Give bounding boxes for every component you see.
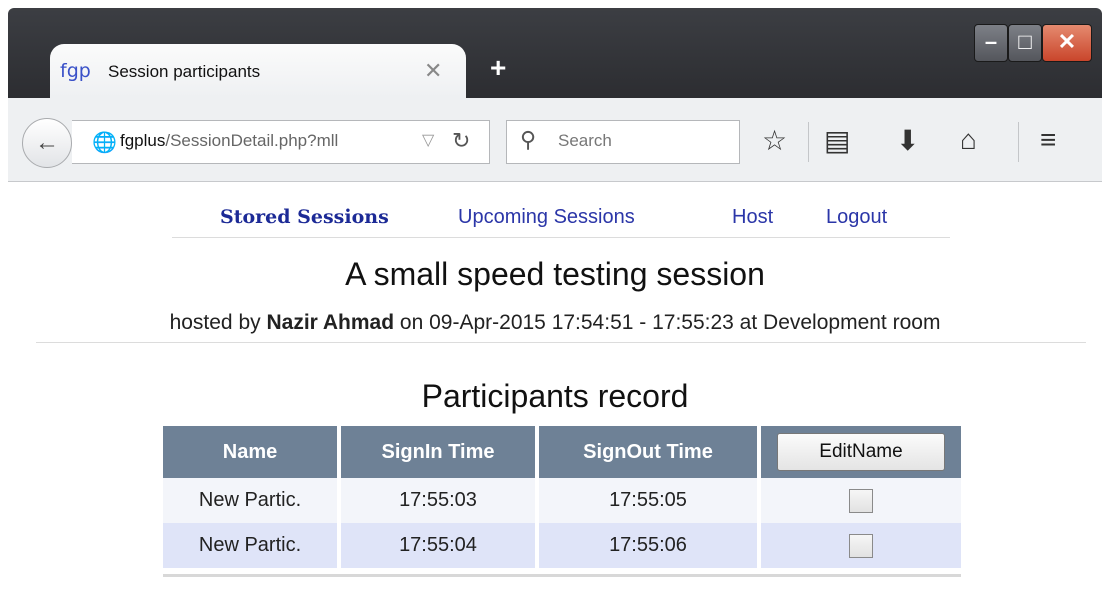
toolbar-divider: [1018, 122, 1019, 162]
close-window-button[interactable]: ✕: [1042, 24, 1092, 62]
participants-table: Name SignIn Time SignOut Time EditName N…: [163, 426, 961, 568]
minimize-button[interactable]: –: [974, 24, 1008, 62]
nav-upcoming-sessions[interactable]: Upcoming Sessions: [458, 206, 635, 229]
download-icon[interactable]: ⬇: [896, 124, 919, 157]
row-checkbox[interactable]: [849, 533, 873, 558]
tab-close-icon[interactable]: ✕: [424, 58, 442, 84]
nav-host[interactable]: Host: [732, 206, 773, 229]
menu-icon[interactable]: ≡: [1040, 124, 1056, 156]
home-icon[interactable]: ⌂: [960, 124, 977, 156]
column-header-signout: SignOut Time: [537, 426, 761, 478]
table-header-row: Name SignIn Time SignOut Time EditName: [163, 426, 961, 478]
star-icon[interactable]: ☆: [762, 124, 787, 157]
maximize-button[interactable]: □: [1008, 24, 1042, 62]
signout-time: 17:55:05: [537, 478, 761, 523]
browser-window: fgp Session participants ✕ + – □ ✕ ← 🌐 f…: [0, 0, 1110, 616]
search-input[interactable]: [506, 120, 740, 164]
nav-stored-sessions[interactable]: Stored Sessions: [220, 206, 389, 228]
table-row: New Partic. 17:55:04 17:55:06: [163, 523, 961, 568]
tab-title: Session participants: [108, 62, 261, 81]
session-title: A small speed testing session: [345, 256, 765, 292]
participant-name: New Partic.: [163, 523, 341, 568]
signin-time: 17:55:03: [339, 478, 539, 523]
edit-name-button[interactable]: EditName: [777, 433, 945, 471]
reload-icon[interactable]: ↻: [452, 128, 470, 154]
row-select-cell: [759, 523, 961, 568]
column-header-edit: EditName: [759, 426, 961, 478]
participants-title: Participants record: [421, 378, 689, 414]
column-header-signin: SignIn Time: [339, 426, 539, 478]
toolbar-divider: [808, 122, 809, 162]
table-row: New Partic. 17:55:03 17:55:05: [163, 478, 961, 523]
favicon-icon: fgp: [60, 60, 91, 82]
search-icon: ⚲: [520, 127, 537, 152]
url-text[interactable]: fgplus/SessionDetail.php?mll: [120, 131, 338, 151]
new-tab-icon[interactable]: +: [490, 52, 506, 84]
row-checkbox[interactable]: [849, 488, 873, 513]
session-host-info: hosted by Nazir Ahmad on 09-Apr-2015 17:…: [169, 311, 941, 334]
signout-time: 17:55:06: [537, 523, 761, 568]
reading-list-icon[interactable]: ▤: [824, 124, 850, 157]
signin-time: 17:55:04: [339, 523, 539, 568]
column-header-name: Name: [163, 426, 341, 478]
row-select-cell: [759, 478, 961, 523]
host-name: Nazir Ahmad: [266, 311, 395, 334]
url-dropdown-icon[interactable]: ▽: [422, 130, 434, 150]
back-button[interactable]: ←: [22, 118, 72, 168]
globe-icon: 🌐: [92, 132, 117, 154]
nav-logout[interactable]: Logout: [826, 206, 887, 229]
participant-name: New Partic.: [163, 478, 341, 523]
back-icon: ←: [35, 129, 59, 156]
search-placeholder: Search: [558, 131, 612, 150]
divider: [36, 342, 1086, 343]
table-bottom-border: [163, 574, 961, 577]
